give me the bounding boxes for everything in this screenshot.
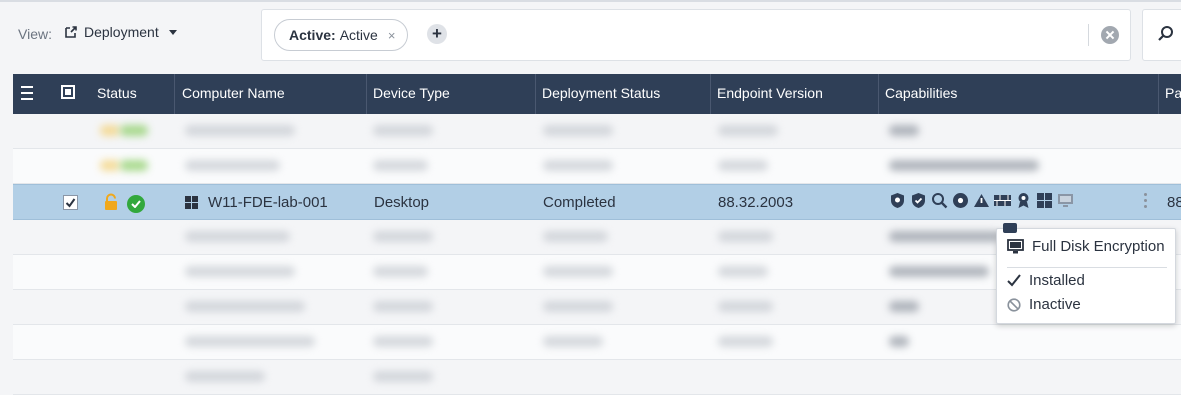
table-row[interactable] — [13, 325, 1181, 360]
filter-chip-key: Active: — [289, 27, 336, 43]
table-row-selected[interactable]: W11-FDE-lab-001 Desktop Completed 88.32.… — [13, 184, 1181, 220]
external-link-icon — [65, 26, 77, 38]
chevron-down-icon — [168, 29, 177, 35]
endpoint-version-cell: 88.32.2003 — [718, 194, 794, 211]
search-button[interactable] — [1142, 9, 1181, 61]
table-header: Status Computer Name Device Type Deploym… — [13, 74, 1181, 114]
view-selector[interactable]: Deployment — [64, 24, 177, 40]
status-inactive-text: Inactive — [1029, 296, 1081, 313]
divider — [1007, 267, 1167, 268]
row-checkbox[interactable] — [63, 195, 78, 210]
status-ok-icon — [127, 195, 145, 213]
windows-icon — [185, 196, 198, 209]
table-row[interactable] — [13, 114, 1181, 149]
badge-icon[interactable] — [1015, 192, 1032, 209]
firewall-icon[interactable] — [994, 192, 1011, 209]
clear-filters-icon[interactable] — [1101, 26, 1119, 44]
column-header-partial[interactable]: Pa — [1158, 74, 1181, 114]
monitor-icon — [1007, 238, 1024, 253]
table-row[interactable] — [13, 360, 1181, 395]
view-label: View: — [18, 26, 52, 42]
column-header-deployment-status[interactable]: Deployment Status — [535, 74, 660, 114]
capability-tooltip: Full Disk Encryption Installed Inactive — [996, 223, 1176, 324]
toolbar: View: Deployment Active: Active × + — [0, 2, 1181, 74]
divider — [1088, 24, 1089, 46]
shield-virus-icon[interactable] — [889, 192, 906, 209]
row-actions-kebab-icon[interactable] — [1144, 193, 1148, 211]
disk-encryption-monitor-icon[interactable] — [1057, 192, 1074, 209]
shield-check-icon[interactable] — [910, 192, 927, 209]
select-all-checkbox[interactable] — [61, 85, 75, 99]
column-header-computer-name[interactable]: Computer Name — [174, 74, 285, 114]
close-icon[interactable]: × — [388, 28, 396, 43]
tooltip-title-text: Full Disk Encryption — [1032, 238, 1165, 255]
apps-grid-icon[interactable] — [1036, 192, 1053, 209]
lock-icon — [105, 193, 117, 210]
column-menu-icon[interactable] — [21, 86, 33, 100]
column-header-endpoint-version[interactable]: Endpoint Version — [710, 74, 823, 114]
status-installed-text: Installed — [1029, 272, 1085, 289]
network-warning-icon[interactable] — [973, 192, 990, 209]
add-filter-button[interactable]: + — [427, 24, 447, 44]
filter-bar[interactable]: Active: Active × + — [261, 9, 1131, 61]
view-value: Deployment — [84, 24, 159, 40]
column-header-capabilities[interactable]: Capabilities — [878, 74, 957, 114]
status-inactive: Inactive — [1007, 296, 1081, 313]
tooltip-pointer — [1003, 223, 1017, 233]
computer-name-cell[interactable]: W11-FDE-lab-001 — [208, 185, 328, 219]
tooltip-title: Full Disk Encryption — [1007, 238, 1165, 255]
partial-column-cell: 88 — [1167, 194, 1181, 211]
filter-chip-active[interactable]: Active: Active × — [274, 19, 409, 51]
gear-shield-icon[interactable] — [952, 192, 969, 209]
deployment-status-cell: Completed — [543, 194, 616, 211]
table-row[interactable] — [13, 149, 1181, 184]
column-header-device-type[interactable]: Device Type — [366, 74, 450, 114]
status-installed: Installed — [1007, 272, 1085, 289]
capabilities-cell — [889, 192, 1078, 209]
checkmark-icon — [1007, 274, 1021, 287]
checkmark-icon — [65, 198, 76, 208]
search-threat-icon[interactable] — [931, 192, 948, 209]
column-header-status[interactable]: Status — [97, 74, 137, 114]
device-type-cell: Desktop — [374, 194, 430, 211]
search-icon — [1158, 26, 1173, 41]
prohibited-icon — [1007, 297, 1021, 312]
filter-chip-value: Active — [339, 27, 378, 43]
